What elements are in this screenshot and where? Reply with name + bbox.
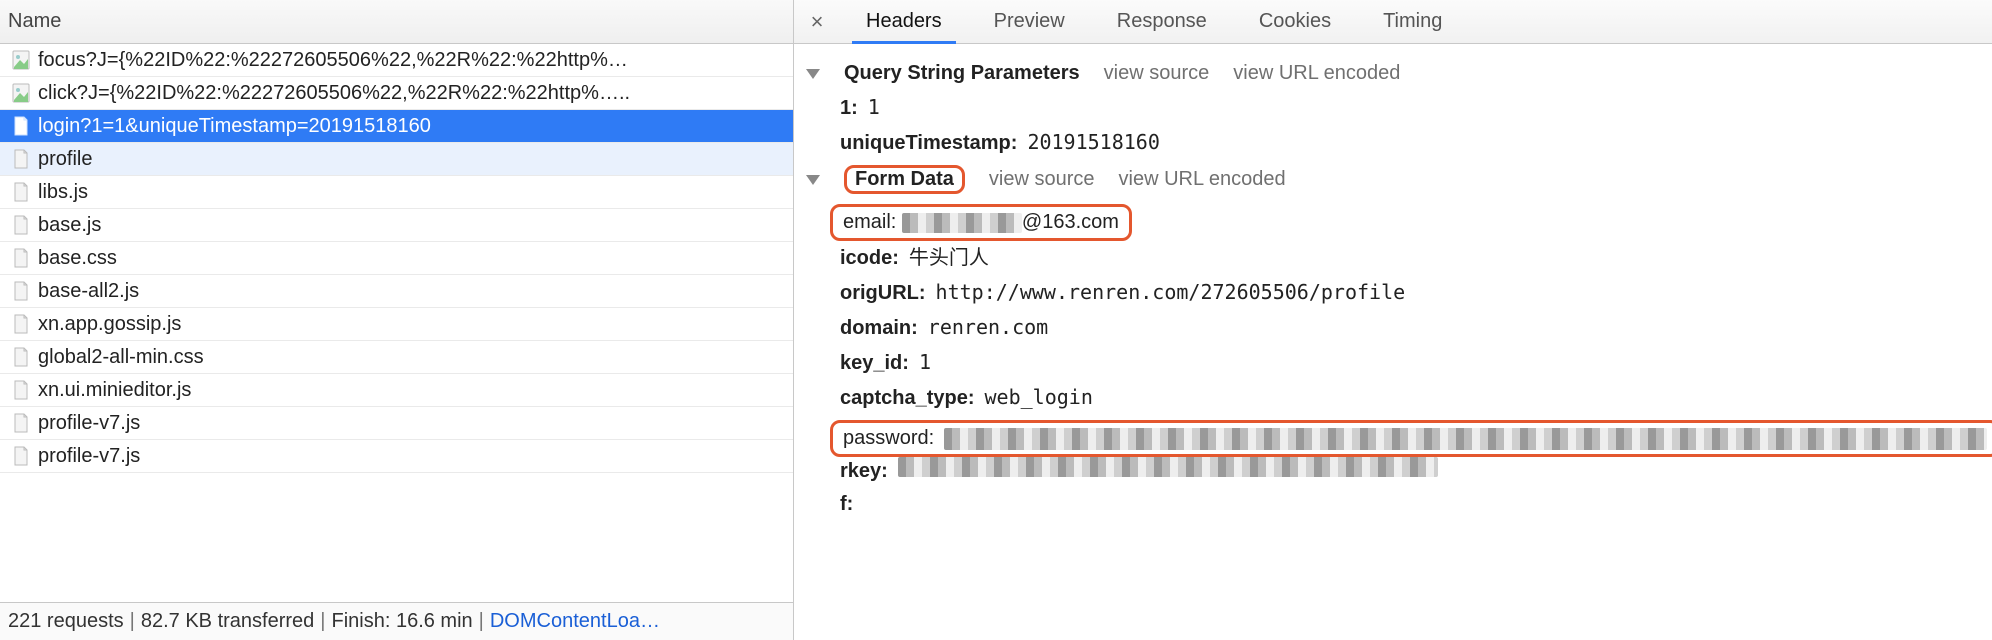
redacted-password <box>944 428 1987 450</box>
view-url-encoded-link[interactable]: view URL encoded <box>1233 62 1400 85</box>
document-file-icon <box>12 412 30 434</box>
request-row[interactable]: profile <box>0 143 793 176</box>
section-title: Form Data <box>855 168 954 191</box>
network-status-bar: 221 requests | 82.7 KB transferred | Fin… <box>0 602 793 640</box>
document-file-icon <box>12 181 30 203</box>
section-form-data[interactable]: Form Data view source view URL encoded <box>806 165 1976 194</box>
view-source-link[interactable]: view source <box>1104 62 1210 85</box>
detail-tabs: × HeadersPreviewResponseCookiesTiming <box>794 0 1992 44</box>
image-file-icon <box>12 49 30 71</box>
request-row[interactable]: login?1=1&uniqueTimestamp=20191518160 <box>0 110 793 143</box>
form-row: icode: 牛头门人 <box>840 241 1976 270</box>
image-file-icon <box>12 82 30 104</box>
request-name: xn.ui.minieditor.js <box>38 379 191 402</box>
request-name: profile-v7.js <box>38 412 140 435</box>
status-domcontentloaded-link[interactable]: DOMContentLoa… <box>490 610 660 633</box>
view-source-link[interactable]: view source <box>989 168 1095 191</box>
form-value-captcha: web_login <box>985 385 1093 409</box>
request-row[interactable]: focus?J={%22ID%22:%22272605506%22,%22R%2… <box>0 44 793 77</box>
qsp-value: 1 <box>868 95 880 119</box>
request-name: login?1=1&uniqueTimestamp=20191518160 <box>38 115 431 138</box>
tab-preview[interactable]: Preview <box>968 0 1091 43</box>
request-name: xn.app.gossip.js <box>38 313 181 336</box>
document-file-icon <box>12 346 30 368</box>
form-key-keyid: key_id: <box>840 352 909 375</box>
tab-cookies[interactable]: Cookies <box>1233 0 1357 43</box>
form-key-rkey: rkey: <box>840 460 888 483</box>
form-row: origURL: http://www.renren.com/272605506… <box>840 280 1976 305</box>
request-name: profile <box>38 148 92 171</box>
form-value-domain: renren.com <box>928 315 1048 339</box>
tab-response[interactable]: Response <box>1091 0 1233 43</box>
qsp-key: uniqueTimestamp: <box>840 132 1017 155</box>
document-file-icon <box>12 313 30 335</box>
tab-timing[interactable]: Timing <box>1357 0 1468 43</box>
qsp-row: 1: 1 <box>840 95 1976 120</box>
document-file-icon <box>12 445 30 467</box>
form-row: rkey: <box>840 457 1976 483</box>
network-request-list: Name focus?J={%22ID%22:%22272605506%22,%… <box>0 0 794 640</box>
document-file-icon <box>12 115 30 137</box>
document-file-icon <box>12 280 30 302</box>
form-key-f: f: <box>840 493 853 516</box>
request-name: base-all2.js <box>38 280 139 303</box>
form-row: f: <box>840 493 1976 516</box>
form-value-icode: 牛头门人 <box>909 241 989 270</box>
form-row: domain: renren.com <box>840 315 1976 340</box>
view-url-encoded-link[interactable]: view URL encoded <box>1119 168 1286 191</box>
request-row[interactable]: profile-v7.js <box>0 407 793 440</box>
highlight-form-data: Form Data <box>844 165 965 194</box>
highlight-email-row: email: @163.com <box>830 204 1132 241</box>
redacted-rkey <box>898 457 1438 477</box>
redacted-email-prefix <box>902 213 1022 233</box>
form-key-origurl: origURL: <box>840 282 926 305</box>
section-title: Query String Parameters <box>844 62 1080 85</box>
status-requests: 221 requests <box>8 610 124 633</box>
section-query-string-parameters[interactable]: Query String Parameters view source view… <box>806 62 1976 85</box>
close-icon[interactable]: × <box>794 0 840 43</box>
request-row[interactable]: click?J={%22ID%22:%22272605506%22,%22R%2… <box>0 77 793 110</box>
request-name: base.js <box>38 214 101 237</box>
form-key-email: email: <box>843 211 896 233</box>
request-row[interactable]: libs.js <box>0 176 793 209</box>
request-row[interactable]: profile-v7.js <box>0 440 793 473</box>
qsp-row: uniqueTimestamp: 20191518160 <box>840 130 1976 155</box>
request-row[interactable]: base.js <box>0 209 793 242</box>
request-detail-panel: × HeadersPreviewResponseCookiesTiming Qu… <box>794 0 1992 640</box>
document-file-icon <box>12 247 30 269</box>
highlight-password-row: password: <box>830 420 1992 457</box>
form-value-email: @163.com <box>902 211 1119 233</box>
document-file-icon <box>12 214 30 236</box>
form-key-domain: domain: <box>840 317 918 340</box>
request-row[interactable]: base-all2.js <box>0 275 793 308</box>
disclosure-triangle-icon[interactable] <box>806 69 820 79</box>
request-row[interactable]: base.css <box>0 242 793 275</box>
request-name: global2-all-min.css <box>38 346 204 369</box>
qsp-key: 1: <box>840 97 858 120</box>
request-name: libs.js <box>38 181 88 204</box>
form-key-captcha: captcha_type: <box>840 387 975 410</box>
request-row[interactable]: xn.ui.minieditor.js <box>0 374 793 407</box>
request-name: focus?J={%22ID%22:%22272605506%22,%22R%2… <box>38 49 628 72</box>
form-row: captcha_type: web_login <box>840 385 1976 410</box>
qsp-value: 20191518160 <box>1027 130 1159 154</box>
request-row[interactable]: global2-all-min.css <box>0 341 793 374</box>
form-value-keyid: 1 <box>919 350 931 374</box>
status-transferred: 82.7 KB transferred <box>141 610 314 633</box>
request-name: base.css <box>38 247 117 270</box>
request-name: click?J={%22ID%22:%22272605506%22,%22R%2… <box>38 82 630 105</box>
disclosure-triangle-icon[interactable] <box>806 175 820 185</box>
form-key-password: password: <box>843 427 934 450</box>
document-file-icon <box>12 148 30 170</box>
document-file-icon <box>12 379 30 401</box>
form-value-origurl: http://www.renren.com/272605506/profile <box>936 280 1406 304</box>
request-row[interactable]: xn.app.gossip.js <box>0 308 793 341</box>
form-row: key_id: 1 <box>840 350 1976 375</box>
tab-headers[interactable]: Headers <box>840 0 968 43</box>
request-name: profile-v7.js <box>38 445 140 468</box>
status-finish: Finish: 16.6 min <box>331 610 472 633</box>
column-header-name[interactable]: Name <box>0 0 793 44</box>
form-key-icode: icode: <box>840 247 899 270</box>
